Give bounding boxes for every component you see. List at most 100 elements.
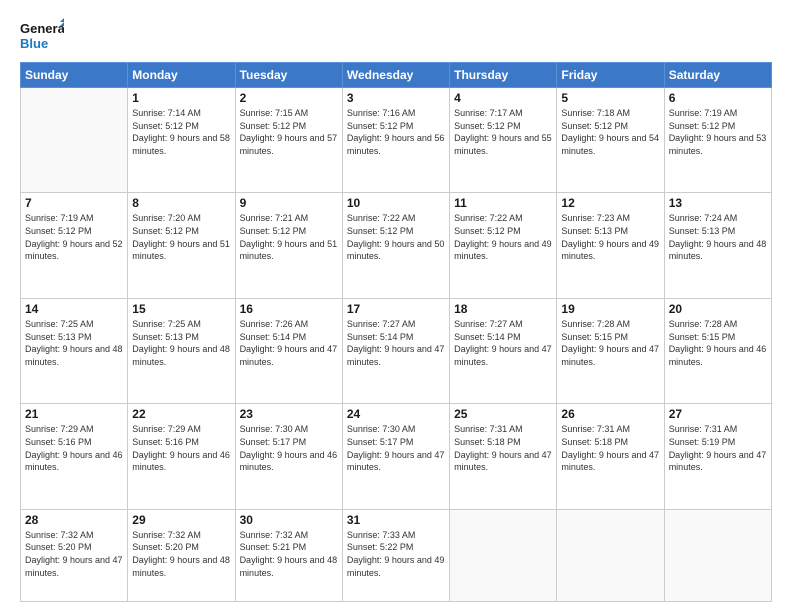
calendar-week-row: 21 Sunrise: 7:29 AM Sunset: 5:16 PM Dayl… xyxy=(21,404,772,509)
calendar-cell: 29 Sunrise: 7:32 AM Sunset: 5:20 PM Dayl… xyxy=(128,509,235,601)
day-number: 20 xyxy=(669,302,767,316)
calendar-cell: 26 Sunrise: 7:31 AM Sunset: 5:18 PM Dayl… xyxy=(557,404,664,509)
day-number: 27 xyxy=(669,407,767,421)
day-number: 4 xyxy=(454,91,552,105)
day-number: 8 xyxy=(132,196,230,210)
calendar-cell: 27 Sunrise: 7:31 AM Sunset: 5:19 PM Dayl… xyxy=(664,404,771,509)
day-info: Sunrise: 7:30 AM Sunset: 5:17 PM Dayligh… xyxy=(240,423,338,473)
day-number: 14 xyxy=(25,302,123,316)
calendar-cell: 13 Sunrise: 7:24 AM Sunset: 5:13 PM Dayl… xyxy=(664,193,771,298)
calendar-cell: 20 Sunrise: 7:28 AM Sunset: 5:15 PM Dayl… xyxy=(664,298,771,403)
day-number: 19 xyxy=(561,302,659,316)
day-info: Sunrise: 7:24 AM Sunset: 5:13 PM Dayligh… xyxy=(669,212,767,262)
calendar-week-row: 1 Sunrise: 7:14 AM Sunset: 5:12 PM Dayli… xyxy=(21,88,772,193)
day-number: 11 xyxy=(454,196,552,210)
calendar-cell: 11 Sunrise: 7:22 AM Sunset: 5:12 PM Dayl… xyxy=(450,193,557,298)
calendar-header-row: SundayMondayTuesdayWednesdayThursdayFrid… xyxy=(21,63,772,88)
day-info: Sunrise: 7:19 AM Sunset: 5:12 PM Dayligh… xyxy=(669,107,767,157)
day-number: 22 xyxy=(132,407,230,421)
calendar-week-row: 28 Sunrise: 7:32 AM Sunset: 5:20 PM Dayl… xyxy=(21,509,772,601)
day-number: 5 xyxy=(561,91,659,105)
day-info: Sunrise: 7:22 AM Sunset: 5:12 PM Dayligh… xyxy=(454,212,552,262)
calendar-cell xyxy=(557,509,664,601)
calendar-cell: 21 Sunrise: 7:29 AM Sunset: 5:16 PM Dayl… xyxy=(21,404,128,509)
day-info: Sunrise: 7:32 AM Sunset: 5:20 PM Dayligh… xyxy=(132,529,230,579)
calendar-cell: 2 Sunrise: 7:15 AM Sunset: 5:12 PM Dayli… xyxy=(235,88,342,193)
day-info: Sunrise: 7:18 AM Sunset: 5:12 PM Dayligh… xyxy=(561,107,659,157)
calendar-cell: 23 Sunrise: 7:30 AM Sunset: 5:17 PM Dayl… xyxy=(235,404,342,509)
day-number: 26 xyxy=(561,407,659,421)
calendar-cell: 7 Sunrise: 7:19 AM Sunset: 5:12 PM Dayli… xyxy=(21,193,128,298)
calendar-table: SundayMondayTuesdayWednesdayThursdayFrid… xyxy=(20,62,772,602)
logo-svg: General Blue xyxy=(20,18,64,54)
day-number: 28 xyxy=(25,513,123,527)
calendar-cell: 30 Sunrise: 7:32 AM Sunset: 5:21 PM Dayl… xyxy=(235,509,342,601)
day-info: Sunrise: 7:25 AM Sunset: 5:13 PM Dayligh… xyxy=(132,318,230,368)
calendar-cell: 17 Sunrise: 7:27 AM Sunset: 5:14 PM Dayl… xyxy=(342,298,449,403)
calendar-weekday-header: Monday xyxy=(128,63,235,88)
calendar-cell: 12 Sunrise: 7:23 AM Sunset: 5:13 PM Dayl… xyxy=(557,193,664,298)
calendar-cell: 1 Sunrise: 7:14 AM Sunset: 5:12 PM Dayli… xyxy=(128,88,235,193)
day-info: Sunrise: 7:23 AM Sunset: 5:13 PM Dayligh… xyxy=(561,212,659,262)
day-number: 31 xyxy=(347,513,445,527)
calendar-cell: 31 Sunrise: 7:33 AM Sunset: 5:22 PM Dayl… xyxy=(342,509,449,601)
day-number: 23 xyxy=(240,407,338,421)
day-info: Sunrise: 7:33 AM Sunset: 5:22 PM Dayligh… xyxy=(347,529,445,579)
day-info: Sunrise: 7:30 AM Sunset: 5:17 PM Dayligh… xyxy=(347,423,445,473)
day-number: 12 xyxy=(561,196,659,210)
calendar-cell: 6 Sunrise: 7:19 AM Sunset: 5:12 PM Dayli… xyxy=(664,88,771,193)
calendar-cell: 18 Sunrise: 7:27 AM Sunset: 5:14 PM Dayl… xyxy=(450,298,557,403)
day-number: 15 xyxy=(132,302,230,316)
day-info: Sunrise: 7:28 AM Sunset: 5:15 PM Dayligh… xyxy=(669,318,767,368)
day-number: 6 xyxy=(669,91,767,105)
day-info: Sunrise: 7:19 AM Sunset: 5:12 PM Dayligh… xyxy=(25,212,123,262)
calendar-week-row: 14 Sunrise: 7:25 AM Sunset: 5:13 PM Dayl… xyxy=(21,298,772,403)
calendar-cell: 3 Sunrise: 7:16 AM Sunset: 5:12 PM Dayli… xyxy=(342,88,449,193)
day-info: Sunrise: 7:31 AM Sunset: 5:18 PM Dayligh… xyxy=(561,423,659,473)
day-number: 16 xyxy=(240,302,338,316)
day-number: 2 xyxy=(240,91,338,105)
calendar-cell: 28 Sunrise: 7:32 AM Sunset: 5:20 PM Dayl… xyxy=(21,509,128,601)
logo: General Blue xyxy=(20,18,64,54)
calendar-weekday-header: Saturday xyxy=(664,63,771,88)
calendar-cell xyxy=(664,509,771,601)
day-number: 24 xyxy=(347,407,445,421)
day-info: Sunrise: 7:28 AM Sunset: 5:15 PM Dayligh… xyxy=(561,318,659,368)
calendar-week-row: 7 Sunrise: 7:19 AM Sunset: 5:12 PM Dayli… xyxy=(21,193,772,298)
calendar-cell: 16 Sunrise: 7:26 AM Sunset: 5:14 PM Dayl… xyxy=(235,298,342,403)
calendar-weekday-header: Friday xyxy=(557,63,664,88)
day-info: Sunrise: 7:20 AM Sunset: 5:12 PM Dayligh… xyxy=(132,212,230,262)
day-number: 30 xyxy=(240,513,338,527)
calendar-weekday-header: Sunday xyxy=(21,63,128,88)
day-info: Sunrise: 7:16 AM Sunset: 5:12 PM Dayligh… xyxy=(347,107,445,157)
calendar-cell: 9 Sunrise: 7:21 AM Sunset: 5:12 PM Dayli… xyxy=(235,193,342,298)
day-info: Sunrise: 7:14 AM Sunset: 5:12 PM Dayligh… xyxy=(132,107,230,157)
day-number: 29 xyxy=(132,513,230,527)
day-info: Sunrise: 7:32 AM Sunset: 5:21 PM Dayligh… xyxy=(240,529,338,579)
day-number: 13 xyxy=(669,196,767,210)
header: General Blue xyxy=(20,18,772,54)
day-info: Sunrise: 7:21 AM Sunset: 5:12 PM Dayligh… xyxy=(240,212,338,262)
day-info: Sunrise: 7:26 AM Sunset: 5:14 PM Dayligh… xyxy=(240,318,338,368)
calendar-cell xyxy=(21,88,128,193)
day-info: Sunrise: 7:32 AM Sunset: 5:20 PM Dayligh… xyxy=(25,529,123,579)
calendar-cell: 14 Sunrise: 7:25 AM Sunset: 5:13 PM Dayl… xyxy=(21,298,128,403)
calendar-cell: 25 Sunrise: 7:31 AM Sunset: 5:18 PM Dayl… xyxy=(450,404,557,509)
day-info: Sunrise: 7:25 AM Sunset: 5:13 PM Dayligh… xyxy=(25,318,123,368)
day-number: 21 xyxy=(25,407,123,421)
calendar-cell: 22 Sunrise: 7:29 AM Sunset: 5:16 PM Dayl… xyxy=(128,404,235,509)
day-info: Sunrise: 7:31 AM Sunset: 5:19 PM Dayligh… xyxy=(669,423,767,473)
calendar-cell: 4 Sunrise: 7:17 AM Sunset: 5:12 PM Dayli… xyxy=(450,88,557,193)
day-number: 1 xyxy=(132,91,230,105)
calendar-cell: 24 Sunrise: 7:30 AM Sunset: 5:17 PM Dayl… xyxy=(342,404,449,509)
svg-text:Blue: Blue xyxy=(20,36,48,51)
calendar-weekday-header: Wednesday xyxy=(342,63,449,88)
calendar-cell: 15 Sunrise: 7:25 AM Sunset: 5:13 PM Dayl… xyxy=(128,298,235,403)
day-number: 25 xyxy=(454,407,552,421)
calendar-cell xyxy=(450,509,557,601)
calendar-cell: 19 Sunrise: 7:28 AM Sunset: 5:15 PM Dayl… xyxy=(557,298,664,403)
day-info: Sunrise: 7:31 AM Sunset: 5:18 PM Dayligh… xyxy=(454,423,552,473)
day-info: Sunrise: 7:22 AM Sunset: 5:12 PM Dayligh… xyxy=(347,212,445,262)
page: General Blue SundayMondayTuesdayWednesda… xyxy=(0,0,792,612)
calendar-cell: 5 Sunrise: 7:18 AM Sunset: 5:12 PM Dayli… xyxy=(557,88,664,193)
